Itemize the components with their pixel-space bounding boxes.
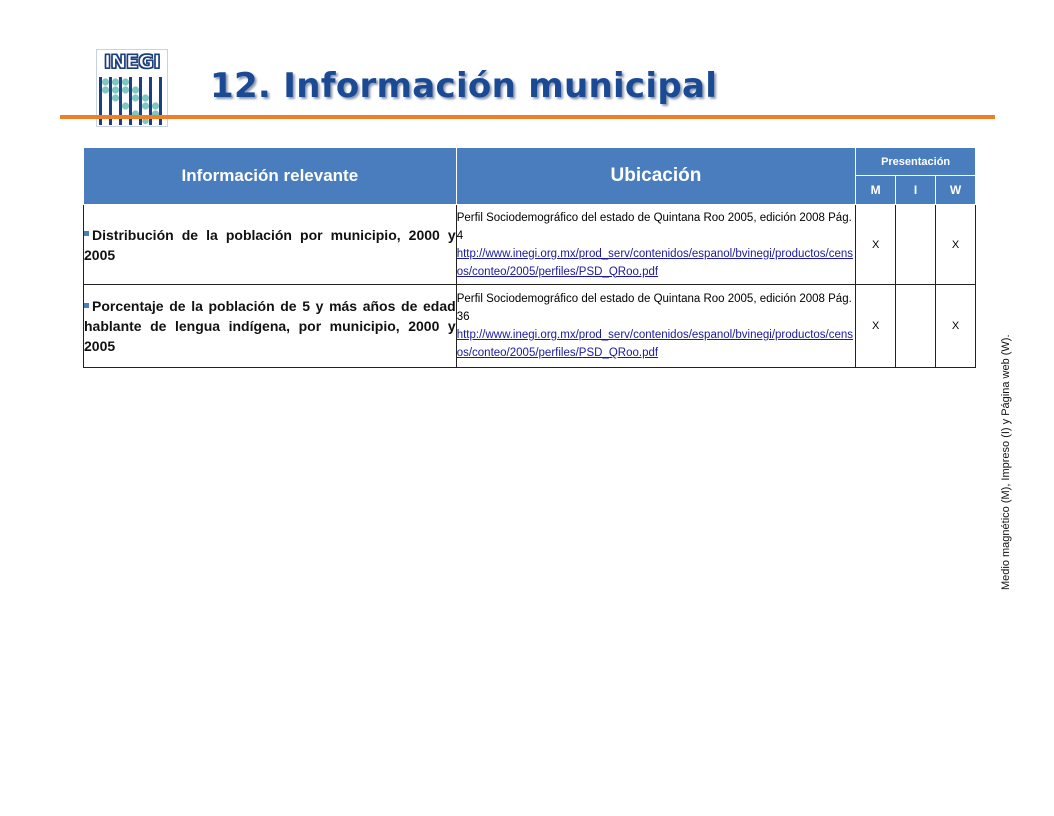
mark-i: [895, 204, 937, 285]
bullet-icon: [84, 302, 89, 308]
source-text: Perfil Sociodemográfico del estado de Qu…: [456, 293, 852, 323]
header-i: I: [895, 175, 937, 205]
ubicacion-cell: Perfil Sociodemográfico del estado de Qu…: [455, 204, 857, 285]
mark-m: X: [855, 284, 897, 368]
info-table: Información relevante Ubicación Presenta…: [83, 147, 976, 368]
table-row: Porcentaje de la población de 5 y más añ…: [83, 284, 976, 368]
logo-text: INEGI: [103, 50, 161, 73]
source-text: Perfil Sociodemográfico del estado de Qu…: [456, 211, 852, 242]
info-text: Porcentaje de la población de 5 y más añ…: [84, 298, 456, 354]
mark-w: X: [935, 204, 976, 285]
header-presentacion: Presentación: [855, 147, 976, 176]
bullet-icon: [84, 231, 89, 237]
mark-i: [895, 284, 937, 368]
header-info: Información relevante: [83, 147, 457, 205]
mark-m: X: [855, 204, 897, 285]
header-w: W: [935, 175, 976, 205]
mark-w: X: [935, 284, 976, 368]
page-title: 12. Información municipal: [210, 66, 718, 106]
info-text: Distribución de la población por municip…: [84, 226, 456, 263]
presentation-legend: Medio magnético (M), Impreso (I) y Págin…: [1000, 334, 1012, 590]
info-cell: Porcentaje de la población de 5 y más añ…: [83, 284, 457, 368]
info-cell: Distribución de la población por municip…: [83, 204, 457, 285]
source-link[interactable]: http://www.inegi.org.mx/prod_serv/conten…: [457, 248, 853, 278]
header-ubicacion: Ubicación: [455, 147, 857, 205]
source-link[interactable]: http://www.inegi.org.mx/prod_serv/conten…: [457, 329, 853, 359]
table-header-row: Información relevante Ubicación Presenta…: [83, 147, 976, 205]
ubicacion-cell: Perfil Sociodemográfico del estado de Qu…: [455, 284, 857, 368]
table-row: Distribución de la población por municip…: [83, 204, 976, 285]
title-underline: [60, 115, 995, 119]
header-m: M: [855, 175, 897, 205]
